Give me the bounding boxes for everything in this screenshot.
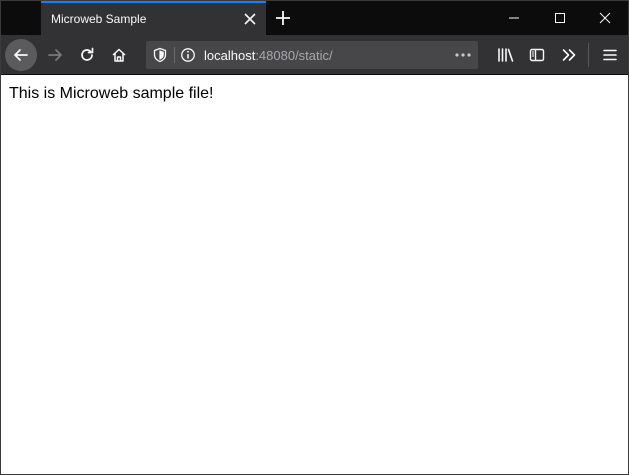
close-icon[interactable] [242, 11, 258, 27]
maximize-button[interactable] [537, 1, 583, 35]
home-icon [112, 48, 126, 62]
home-button[interactable] [103, 39, 135, 71]
info-icon[interactable] [180, 47, 196, 63]
tab-strip: Microweb Sample [1, 1, 628, 35]
page-content: This is Microweb sample file! [1, 76, 628, 474]
new-tab-button[interactable] [271, 7, 295, 29]
tab-title: Microweb Sample [51, 12, 147, 26]
chevron-double-right-icon [562, 49, 576, 61]
library-button[interactable] [490, 39, 522, 71]
url-host: localhost [204, 48, 256, 63]
toolbar-divider [588, 43, 589, 67]
page-text: This is Microweb sample file! [9, 85, 214, 102]
plus-icon [276, 11, 290, 25]
url-bar[interactable]: localhost:48080/static/ [146, 41, 478, 69]
minimize-button[interactable] [491, 1, 537, 35]
forward-button[interactable] [39, 39, 71, 71]
minimize-icon [509, 17, 519, 19]
url-path: :48080/static/ [255, 48, 333, 63]
back-button[interactable] [5, 39, 37, 71]
reload-button[interactable] [71, 39, 103, 71]
navigation-toolbar: localhost:48080/static/ [1, 35, 628, 75]
more-horizontal-icon[interactable] [454, 47, 472, 63]
overflow-button[interactable] [553, 39, 585, 71]
tab-active[interactable]: Microweb Sample [41, 1, 266, 35]
url-text[interactable]: localhost:48080/static/ [204, 48, 333, 63]
sidebar-icon [529, 48, 545, 62]
library-icon [498, 48, 514, 62]
shield-icon[interactable] [152, 47, 168, 63]
arrow-left-icon [14, 49, 28, 61]
close-icon [599, 12, 611, 24]
maximize-icon [555, 13, 565, 23]
sidebar-button[interactable] [521, 39, 553, 71]
browser-window: Microweb Sample localhost:48080/static/ … [0, 0, 629, 475]
url-separator [174, 47, 175, 63]
reload-icon [81, 47, 94, 61]
arrow-right-icon [48, 49, 62, 61]
hamburger-menu-icon [603, 49, 617, 61]
menu-button[interactable] [594, 39, 626, 71]
window-close-button[interactable] [582, 1, 628, 35]
